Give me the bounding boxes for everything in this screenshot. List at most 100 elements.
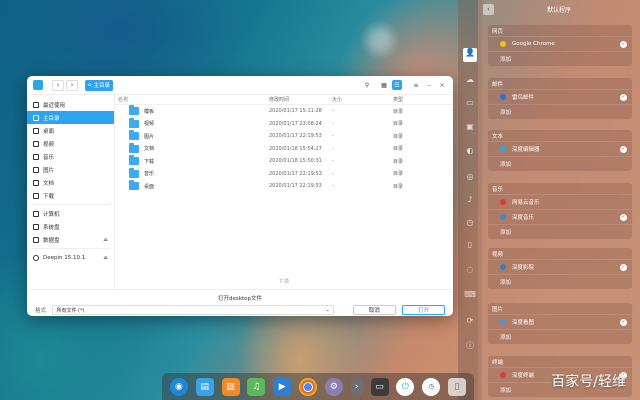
sidebar-item-computer[interactable]: 计算机 xyxy=(27,207,114,220)
minimize-icon[interactable]: – xyxy=(424,80,434,90)
grid-view-icon[interactable]: ▦ xyxy=(379,80,389,90)
music-player-icon[interactable]: ♫ xyxy=(247,377,266,396)
app-store-icon[interactable]: ▥ xyxy=(221,377,240,396)
add-app-button[interactable]: 添加 xyxy=(488,51,632,66)
file-name: 下载 xyxy=(144,158,155,165)
table-header: 名称 修改时间 大小 类型 xyxy=(115,95,453,105)
arrow-right-icon[interactable]: › xyxy=(350,377,363,396)
default-apps-icon[interactable]: ▣ xyxy=(464,122,476,132)
modified-cell: 2020/01/17 22:19:53 xyxy=(269,170,322,177)
sidebar-item-home[interactable]: 主目录 xyxy=(27,111,114,124)
table-row[interactable]: 视频 2020/01/17 23:08:24 - 目录 xyxy=(115,117,453,131)
file-name-cell: 文档 xyxy=(129,142,269,153)
sidebar-item-data-disk[interactable]: 数据盘 ⏏ xyxy=(27,233,114,246)
eject-icon[interactable]: ⏏ xyxy=(103,237,108,243)
trash-icon[interactable]: ▯ xyxy=(448,377,467,396)
clock-icon xyxy=(33,101,39,108)
add-app-button[interactable]: 添加 xyxy=(488,104,632,119)
launcher-icon[interactable]: ◉ xyxy=(169,377,188,396)
add-app-button[interactable]: 添加 xyxy=(488,274,632,289)
document-icon xyxy=(33,179,39,186)
file-manager-icon[interactable]: ▤ xyxy=(195,377,214,396)
sound-icon[interactable]: ♪ xyxy=(464,195,476,205)
desktop-icon xyxy=(33,127,39,134)
sidebar-item-pictures[interactable]: 图片 xyxy=(27,163,114,176)
eject-icon[interactable]: ⏏ xyxy=(103,255,108,261)
category-card: 邮件 雷鸟邮件 ✓ 添加 xyxy=(488,78,632,119)
clock-icon[interactable]: ◷ xyxy=(422,377,441,396)
sidebar-item-deepin-disc[interactable]: Deepin 15.10.1 ⏏ xyxy=(27,251,114,264)
app-option[interactable]: 深度看图 ✓ xyxy=(488,314,632,329)
keyboard-icon[interactable]: ⌨ xyxy=(464,290,476,300)
table-row[interactable]: 下载 2020/01/18 15:50:31 - 目录 xyxy=(115,155,453,168)
add-app-button[interactable]: 添加 xyxy=(488,224,632,239)
display-icon[interactable]: ▭ xyxy=(464,98,476,108)
personalization-icon[interactable]: ◐ xyxy=(464,146,476,156)
network-icon[interactable]: ◎ xyxy=(464,172,476,182)
app-option[interactable]: 深度编辑器 ✓ xyxy=(488,141,632,156)
add-app-button[interactable]: 添加 xyxy=(488,156,632,171)
category-title: 文本 xyxy=(492,133,504,140)
table-row[interactable]: 音乐 2020/01/17 22:19:53 - 目录 xyxy=(115,167,453,181)
table-row[interactable]: 图片 2020/01/17 22:19:53 - 目录 xyxy=(115,130,453,143)
sidebar-item-label: Deepin 15.10.1 xyxy=(43,254,86,261)
cloud-sync-icon[interactable]: ☁ xyxy=(464,75,476,85)
file-name-cell: 图片 xyxy=(129,130,269,141)
sidebar-item-videos[interactable]: 视频 xyxy=(27,137,114,150)
sidebar-item-documents[interactable]: 文档 xyxy=(27,176,114,189)
category-card: 文本 深度编辑器 ✓ 添加 xyxy=(488,130,632,171)
forward-arrow-button[interactable]: › xyxy=(66,79,78,91)
file-name: 视频 xyxy=(144,121,155,128)
update-icon[interactable]: ⟳ xyxy=(464,316,476,326)
column-name[interactable]: 名称 xyxy=(118,96,269,103)
table-row[interactable]: 桌面 2020/01/17 22:19:53 - 目录 xyxy=(115,180,453,193)
open-button[interactable]: 打开 xyxy=(401,305,445,315)
add-label: 添加 xyxy=(500,280,512,286)
terminal-icon[interactable]: ▭ xyxy=(370,377,389,396)
column-type[interactable]: 类型 xyxy=(393,96,453,103)
datetime-icon[interactable]: ◷ xyxy=(464,218,476,228)
app-option[interactable]: Google Chrome ✓ xyxy=(488,36,632,51)
sidebar-item-label: 数据盘 xyxy=(43,237,60,244)
settings-icon[interactable]: ⚙ xyxy=(324,377,343,396)
check-icon: ✓ xyxy=(620,145,627,153)
sidebar-item-downloads[interactable]: 下载 xyxy=(27,189,114,202)
search-icon[interactable]: ⚲ xyxy=(362,80,372,90)
app-option[interactable]: 深度影院 ✓ xyxy=(488,259,632,274)
chrome-icon[interactable] xyxy=(299,377,318,396)
dialog-footer: 打开desktop文件 格式 所有文件 (*) ⌄ 取消 打开 xyxy=(27,289,453,316)
list-view-icon[interactable]: ☰ xyxy=(392,80,402,90)
sidebar-item-desktop[interactable]: 桌面 xyxy=(27,124,114,137)
video-player-icon[interactable]: ▶ xyxy=(273,377,292,396)
file-type-value: 所有文件 (*) xyxy=(56,307,85,314)
mouse-icon[interactable]: ◌ xyxy=(464,265,476,275)
add-label: 添加 xyxy=(500,335,512,341)
close-icon[interactable]: × xyxy=(437,80,447,90)
add-label: 添加 xyxy=(500,57,512,63)
file-name-cell: 视频 xyxy=(129,117,269,128)
power-icon[interactable]: ▯ xyxy=(464,240,476,250)
table-row[interactable]: 模板 2020/01/17 15:11:28 - 目录 xyxy=(115,105,453,118)
modified-cell: 2020/01/17 22:19:53 xyxy=(269,183,322,190)
sidebar-item-recent[interactable]: 最近使用 xyxy=(27,98,114,111)
file-type-select[interactable]: 所有文件 (*) ⌄ xyxy=(52,305,334,315)
back-arrow-button[interactable]: ‹ xyxy=(52,79,64,91)
column-size[interactable]: 大小 xyxy=(332,96,393,103)
power-icon[interactable]: ⏻ xyxy=(396,377,415,396)
cancel-button[interactable]: 取消 xyxy=(352,305,396,315)
breadcrumb[interactable]: ⌂ 主目录 xyxy=(85,79,114,91)
menu-icon[interactable]: ≡ xyxy=(411,80,421,90)
add-app-button[interactable]: 添加 xyxy=(488,329,632,344)
app-option[interactable]: 雷鸟邮件 ✓ xyxy=(488,89,632,104)
table-row[interactable]: 文档 2020/01/18 15:54:27 - 目录 xyxy=(115,142,453,156)
sidebar-item-music[interactable]: 音乐 xyxy=(27,150,114,163)
column-modified[interactable]: 修改时间 xyxy=(269,96,332,103)
check-icon: ✓ xyxy=(620,93,627,101)
account-icon[interactable]: 👤 xyxy=(463,48,477,62)
app-option[interactable]: 网易云音乐 xyxy=(488,194,632,209)
modified-cell: 2020/01/17 23:08:24 xyxy=(269,120,322,127)
sidebar-item-system-disk[interactable]: 系统盘 xyxy=(27,220,114,233)
app-option[interactable]: 深度音乐 ✓ xyxy=(488,209,632,224)
sidebar-item-label: 主目录 xyxy=(43,115,60,122)
info-icon[interactable]: ⓘ xyxy=(464,340,476,350)
